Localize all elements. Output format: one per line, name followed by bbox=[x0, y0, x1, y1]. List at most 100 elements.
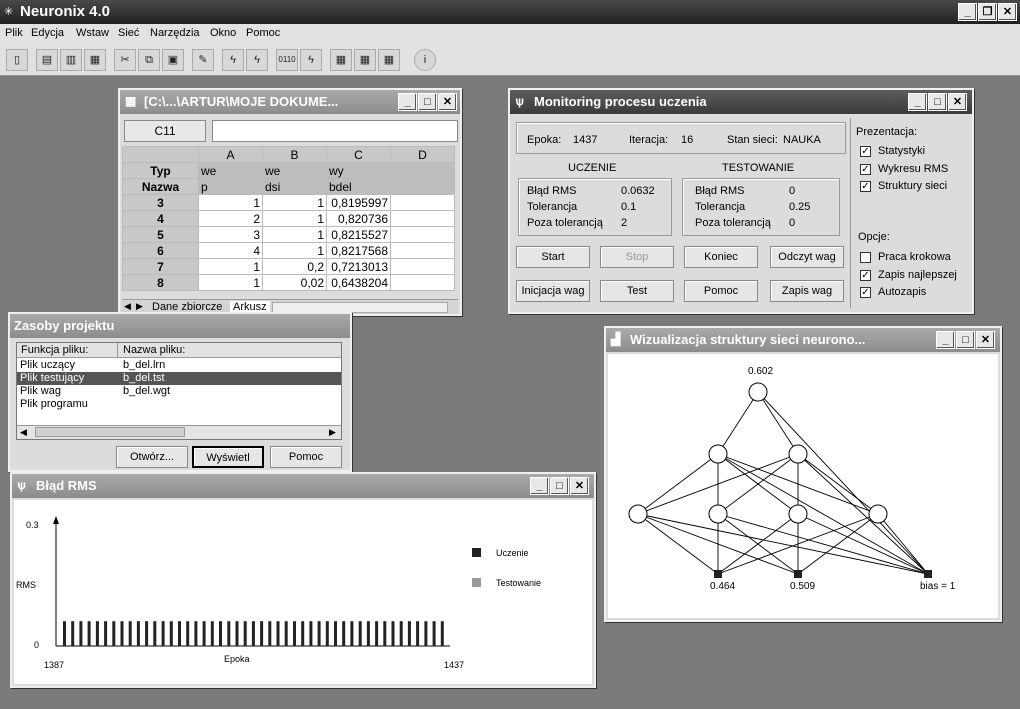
col-header[interactable]: D bbox=[390, 146, 455, 163]
cell[interactable]: 3 bbox=[198, 226, 263, 243]
cell[interactable]: we bbox=[262, 162, 327, 179]
autozapis-checkbox[interactable]: ✓ bbox=[860, 287, 871, 298]
rms-close-button[interactable]: ✕ bbox=[570, 477, 589, 495]
cell[interactable]: 0,8215527 bbox=[326, 226, 391, 243]
menu-narzedzia[interactable]: Narzędzia bbox=[150, 27, 200, 39]
col-nazwa[interactable]: Nazwa pliku: bbox=[123, 344, 185, 356]
odczyt-wag-button[interactable]: Odczyt wag bbox=[770, 246, 844, 268]
cell[interactable] bbox=[390, 210, 455, 227]
save-icon[interactable]: ▦ bbox=[84, 49, 106, 71]
list-item-selected[interactable]: Plik testujący b_del.tst bbox=[17, 372, 341, 385]
list-item[interactable]: Plik programu bbox=[17, 398, 341, 411]
cell[interactable]: dsi bbox=[262, 178, 327, 195]
sheet-minimize-button[interactable]: _ bbox=[398, 93, 417, 111]
menu-okno[interactable]: Okno bbox=[210, 27, 236, 39]
row-header[interactable]: 3 bbox=[122, 194, 199, 211]
new-icon[interactable]: ▤ bbox=[36, 49, 58, 71]
cell[interactable]: bdel bbox=[326, 178, 391, 195]
cell[interactable]: 4 bbox=[198, 242, 263, 259]
cell[interactable]: 0,6438204 bbox=[326, 274, 391, 291]
cell[interactable]: 0,8217568 bbox=[326, 242, 391, 259]
row-header[interactable]: 8 bbox=[122, 274, 199, 291]
praca-krokowa-checkbox[interactable] bbox=[860, 252, 871, 263]
statystyki-checkbox[interactable]: ✓ bbox=[860, 146, 871, 157]
scroll-right-icon[interactable]: ▶ bbox=[329, 427, 336, 438]
app-restore-button[interactable]: ❐ bbox=[978, 3, 997, 21]
cell[interactable]: 0,7213013 bbox=[326, 258, 391, 275]
cell[interactable]: 1 bbox=[262, 194, 327, 211]
wyswietl-button[interactable]: Wyświetl bbox=[192, 446, 264, 468]
binary-icon[interactable]: 0110 bbox=[276, 49, 298, 71]
cell[interactable]: 1 bbox=[198, 194, 263, 211]
network-maximize-button[interactable]: □ bbox=[956, 331, 975, 349]
cell[interactable]: 1 bbox=[262, 242, 327, 259]
list-item[interactable]: Plik uczący b_del.lrn bbox=[17, 359, 341, 372]
menu-siec[interactable]: Sieć bbox=[118, 27, 139, 39]
menu-pomoc[interactable]: Pomoc bbox=[246, 27, 280, 39]
run-icon[interactable]: ϟ bbox=[300, 49, 322, 71]
start-button[interactable]: Start bbox=[516, 246, 590, 268]
pomoc-zasoby-button[interactable]: Pomoc bbox=[270, 446, 342, 468]
cell[interactable]: 1 bbox=[262, 210, 327, 227]
cell[interactable] bbox=[390, 258, 455, 275]
app-close-button[interactable]: ✕ bbox=[998, 3, 1017, 21]
test-button[interactable]: Test bbox=[600, 280, 674, 302]
cell[interactable] bbox=[390, 274, 455, 291]
zapis-najlepszej-checkbox[interactable]: ✓ bbox=[860, 270, 871, 281]
cell[interactable]: 0,8195997 bbox=[326, 194, 391, 211]
open-icon[interactable]: ▥ bbox=[60, 49, 82, 71]
rms-minimize-button[interactable]: _ bbox=[530, 477, 549, 495]
cell[interactable]: 1 bbox=[198, 274, 263, 291]
scroll-left-icon[interactable]: ◀ bbox=[20, 427, 27, 438]
cell[interactable] bbox=[390, 194, 455, 211]
monitor-minimize-button[interactable]: _ bbox=[908, 93, 927, 111]
wykres-rms-checkbox[interactable]: ✓ bbox=[860, 164, 871, 175]
tab-scroll-right-icon[interactable]: ▶ bbox=[136, 301, 143, 312]
info-icon[interactable]: i bbox=[414, 49, 436, 71]
inicjacja-wag-button[interactable]: Inicjacja wag bbox=[516, 280, 590, 302]
pomoc-button[interactable]: Pomoc bbox=[684, 280, 758, 302]
sheet-maximize-button[interactable]: □ bbox=[418, 93, 437, 111]
tab-scroll-left-icon[interactable]: ◀ bbox=[124, 301, 131, 312]
struktury-checkbox[interactable]: ✓ bbox=[860, 181, 871, 192]
copy-icon[interactable]: ⧉ bbox=[138, 49, 160, 71]
col-header[interactable]: C bbox=[326, 146, 391, 163]
row-header[interactable]: 7 bbox=[122, 258, 199, 275]
cell[interactable]: 0,820736 bbox=[326, 210, 391, 227]
cell[interactable]: we bbox=[198, 162, 263, 179]
zapis-wag-button[interactable]: Zapis wag bbox=[770, 280, 844, 302]
cell[interactable]: p bbox=[198, 178, 263, 195]
list-item[interactable]: Plik wag b_del.wgt bbox=[17, 385, 341, 398]
row-header[interactable]: 5 bbox=[122, 226, 199, 243]
cell[interactable]: 2 bbox=[198, 210, 263, 227]
rms-maximize-button[interactable]: □ bbox=[550, 477, 569, 495]
col-header[interactable]: A bbox=[198, 146, 263, 163]
formula-input[interactable] bbox=[212, 120, 458, 142]
test-icon[interactable]: ϟ bbox=[246, 49, 268, 71]
col-funkcja[interactable]: Funkcja pliku: bbox=[21, 344, 88, 356]
cell[interactable] bbox=[390, 162, 455, 179]
cell[interactable] bbox=[390, 226, 455, 243]
cell[interactable] bbox=[390, 178, 455, 195]
menu-wstaw[interactable]: Wstaw bbox=[76, 27, 109, 39]
koniec-button[interactable]: Koniec bbox=[684, 246, 758, 268]
network-close-button[interactable]: ✕ bbox=[976, 331, 995, 349]
otworz-button[interactable]: Otwórz... bbox=[116, 446, 188, 468]
scroll-thumb[interactable] bbox=[35, 427, 185, 437]
learn-icon[interactable]: ϟ bbox=[222, 49, 244, 71]
table-icon[interactable]: ▦ bbox=[330, 49, 352, 71]
file-list-hscrollbar[interactable]: ◀ ▶ bbox=[17, 425, 341, 439]
cell[interactable]: 0,2 bbox=[262, 258, 327, 275]
table-export-icon[interactable]: ▦ bbox=[354, 49, 376, 71]
row-header[interactable]: 4 bbox=[122, 210, 199, 227]
cell[interactable]: 1 bbox=[198, 258, 263, 275]
stop-button[interactable]: Stop bbox=[600, 246, 674, 268]
monitor-close-button[interactable]: ✕ bbox=[948, 93, 967, 111]
menu-plik[interactable]: Plik bbox=[5, 27, 23, 39]
row-header[interactable]: 6 bbox=[122, 242, 199, 259]
sheet-close-button[interactable]: ✕ bbox=[438, 93, 457, 111]
table-view-icon[interactable]: ▦ bbox=[378, 49, 400, 71]
monitor-maximize-button[interactable]: □ bbox=[928, 93, 947, 111]
cell[interactable] bbox=[390, 242, 455, 259]
col-header[interactable]: B bbox=[262, 146, 327, 163]
